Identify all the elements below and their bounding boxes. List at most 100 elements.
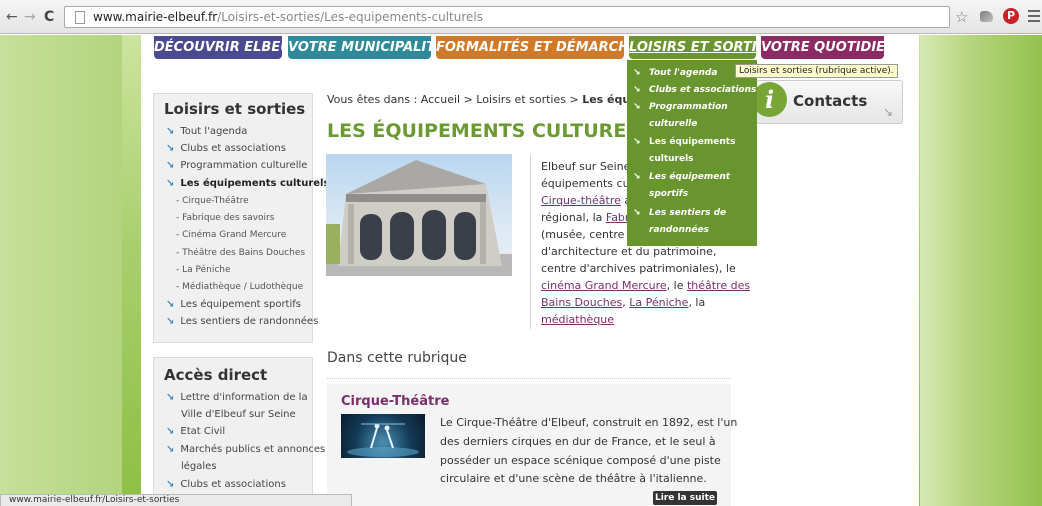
dropdown-item-sportifs[interactable]: ↘ Les équipement sportifs [633, 169, 730, 199]
loisirs-dropdown-menu: ↘ Tout l'agenda ↘ Clubs et associations ↘ P… [627, 60, 757, 246]
dropdown-item-equipements[interactable]: ↘ Les équipements culturels [633, 134, 735, 164]
link-cirque-theatre[interactable]: Cirque-théâtre [541, 194, 621, 207]
url-text[interactable]: www.mairie-elbeuf.fr/Loisirs-et-sorties/… [93, 10, 483, 24]
intro-line: équipements cult [541, 177, 637, 190]
pinterest-icon[interactable]: P [1003, 8, 1019, 24]
dropdown-item-clubs[interactable]: ↘ Clubs et associations [633, 82, 756, 99]
intro-line: régional, la Fabri [541, 211, 633, 224]
nav-votre-quotidien[interactable]: VOTRE QUOTIDIEN [761, 36, 896, 59]
dropdown-item-label: Programmation [649, 102, 728, 112]
sidebar-acces-box: Accès direct ↘ Lettre d'information de la… [153, 357, 325, 506]
link-peniche[interactable]: La Péniche [629, 296, 688, 309]
page-title: LES ÉQUIPEMENTS CULTURELS [327, 120, 653, 142]
acces-item-etat-civil[interactable]: ↘ Etat Civil [166, 426, 225, 437]
arrow-icon: ↘ [633, 137, 641, 147]
sidebar-item-label: Programmation culturelle [180, 160, 308, 171]
sidebar-item-label: Tout l'agenda [180, 126, 248, 137]
dropdown-item-label: Les équipements [649, 137, 736, 147]
acces-item-marches[interactable]: ↘ Marchés publics et annonces [166, 444, 325, 455]
acces-item-label: Etat Civil [180, 426, 226, 437]
bookmark-star-icon[interactable]: ☆ [955, 8, 968, 26]
arrow-icon: ↘ [166, 143, 175, 154]
cirque-text-line: des derniers cirques en dur de France, e… [440, 435, 716, 448]
left-band [0, 35, 122, 506]
arrow-icon: ↘ [166, 160, 175, 171]
cirque-theatre-photo [326, 154, 512, 276]
link-mediatheque[interactable]: médiathèque [541, 313, 614, 326]
sidebar-sub-mediatheque[interactable]: - Médiathèque / Ludothèque [176, 282, 303, 292]
intro-line: (musée, centre d' [541, 228, 638, 241]
sidebar-item-sentiers[interactable]: ↘ Les sentiers de randonnées [166, 316, 318, 327]
menu-icon[interactable] [1028, 10, 1040, 25]
link-theatre-bains-douches[interactable]: théâtre des [687, 279, 750, 292]
forward-icon[interactable]: → [24, 9, 36, 25]
intro-text: , le [666, 279, 687, 292]
sidebar-sub-peniche[interactable]: - La Péniche [176, 265, 231, 275]
arrow-icon: ↘ [633, 68, 641, 78]
arrow-icon: ↘ [633, 172, 641, 182]
dropdown-item-label: Clubs et associations [649, 85, 757, 95]
intro-line: cinéma Grand Mercure, le théâtre des [541, 279, 750, 292]
acces-item-lettre[interactable]: ↘ Lettre d'information de la [166, 392, 308, 403]
acces-item-marches-line2[interactable]: légales [181, 461, 217, 472]
cirque-show-photo [341, 414, 425, 458]
nav-loisirs-sorties[interactable]: LOISIRS ET SORTIES [629, 36, 775, 59]
back-icon[interactable]: ← [6, 9, 18, 25]
reload-icon[interactable]: C [44, 9, 54, 25]
sidebar-item-clubs[interactable]: ↘ Clubs et associations [166, 143, 286, 154]
link-bains-douches[interactable]: Bains Douches [541, 296, 622, 309]
arrow-icon: ↘ [166, 126, 175, 137]
address-bar[interactable]: www.mairie-elbeuf.fr/Loisirs-et-sorties/… [64, 6, 950, 28]
acces-item-clubs[interactable]: ↘ Clubs et associations [166, 479, 286, 490]
sidebar-item-label: Clubs et associations [180, 143, 286, 154]
sub-item-label: Cinéma Grand Mercure [182, 230, 287, 240]
intro-text: , la [688, 296, 706, 309]
nav-votre-municipalite[interactable]: VOTRE MUNICIPALITÉ [288, 36, 444, 59]
intro-line: médiathèque [541, 313, 614, 326]
intro-line: Bains Douches, La Péniche, la [541, 296, 705, 309]
nav-formalites-demarches[interactable]: FORMALITÉS ET DÉMARCHES [436, 36, 647, 59]
sidebar-sub-cinema[interactable]: - Cinéma Grand Mercure [176, 230, 286, 240]
arrow-icon: ↘ [883, 105, 894, 119]
intro-line: Cirque-théâtre au [541, 194, 638, 207]
arrow-icon: ↘ [166, 479, 175, 490]
sidebar-item-sportifs[interactable]: ↘ Les équipement sportifs [166, 299, 301, 310]
link-cinema[interactable]: cinéma Grand Mercure [541, 279, 667, 292]
nav-decouvrir-elbeuf[interactable]: DÉCOUVRIR ELBEUF [154, 36, 300, 59]
sidebar-sub-theatre[interactable]: - Théâtre des Bains Douches [176, 248, 305, 258]
arrow-icon: ↘ [166, 316, 175, 327]
sidebar-item-label: Les équipements culturels [180, 178, 330, 189]
arrow-icon: ↘ [633, 208, 641, 218]
sidebar-sub-cirque[interactable]: - Cirque-Théâtre [176, 196, 249, 206]
dropdown-item-label: randonnées [649, 225, 709, 235]
dropdown-item-label: Les sentiers de [649, 208, 727, 218]
dropdown-item-label: sportifs [649, 189, 689, 199]
intro-line: d'architecture et du patrimoine, [541, 245, 717, 258]
sidebar-item-label: Les équipement sportifs [180, 299, 301, 310]
sidebar-sub-fabrique[interactable]: - Fabrique des savoirs [176, 213, 274, 223]
acces-item-lettre-line2[interactable]: Ville d'Elbeuf sur Seine [181, 409, 296, 420]
rubrique-divider [327, 378, 731, 379]
dropdown-item-agenda[interactable]: ↘ Tout l'agenda [633, 65, 717, 82]
sidebar-item-label: Les sentiers de randonnées [180, 316, 319, 327]
browser-toolbar: ← → C www.mairie-elbeuf.fr/Loisirs-et-so… [0, 0, 1042, 34]
sidebar-item-equipements[interactable]: ↘ Les équipements culturels [166, 178, 329, 189]
breadcrumb-path[interactable]: Vous êtes dans : Accueil > Loisirs et so… [327, 93, 582, 106]
sub-item-label: Théâtre des Bains Douches [182, 248, 306, 258]
cirque-card-title[interactable]: Cirque-Théâtre [341, 394, 449, 409]
page-icon [75, 11, 85, 24]
sub-item-label: La Péniche [182, 265, 231, 275]
sub-item-label: Médiathèque / Ludothèque [182, 282, 304, 292]
tooltip: Loisirs et sorties (rubrique active). [735, 64, 898, 78]
extension-icon[interactable] [980, 11, 993, 22]
dropdown-item-sentiers[interactable]: ↘ Les sentiers de randonnées [633, 205, 726, 235]
arrow-icon: ↘ [166, 444, 175, 455]
arrow-icon: ↘ [633, 102, 641, 112]
sidebar-item-agenda[interactable]: ↘ Tout l'agenda [166, 126, 247, 137]
sidebar-item-programmation[interactable]: ↘ Programmation culturelle [166, 160, 307, 171]
dropdown-item-programmation[interactable]: ↘ Programmation culturelle [633, 99, 728, 129]
arrow-icon: ↘ [633, 85, 641, 95]
dropdown-item-label: Tout l'agenda [649, 68, 718, 78]
intro-line: centre d'archives patrimoniales), le [541, 262, 736, 275]
lire-la-suite-button[interactable]: Lire la suite [653, 491, 717, 505]
